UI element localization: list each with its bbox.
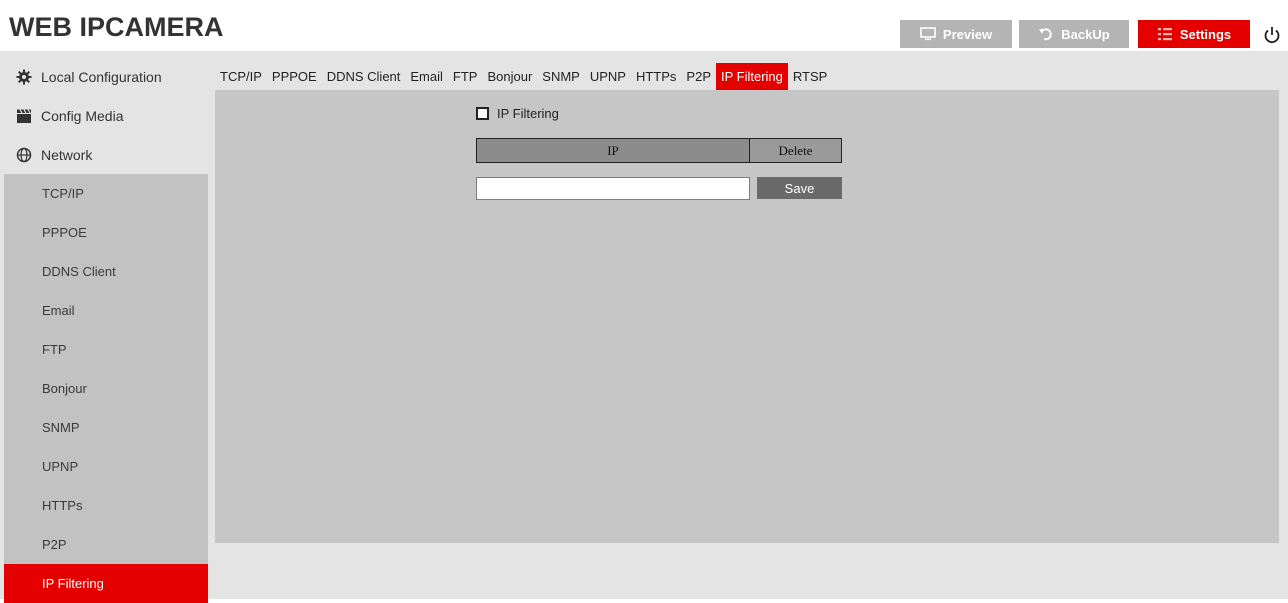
ip-filtering-option: IP Filtering [476, 106, 559, 121]
tab-ddns-client[interactable]: DDNS Client [322, 63, 406, 90]
sidebar-item-ddns-client[interactable]: DDNS Client [4, 252, 208, 291]
tab-rtsp[interactable]: RTSP [788, 63, 832, 90]
sidebar-item-bonjour[interactable]: Bonjour [4, 369, 208, 408]
tab-ip-filtering[interactable]: IP Filtering [716, 63, 788, 90]
tab-snmp[interactable]: SNMP [537, 63, 585, 90]
ip-filtering-checkbox[interactable] [476, 107, 489, 120]
monitor-icon [920, 27, 936, 41]
sidebar-item-snmp[interactable]: SNMP [4, 408, 208, 447]
sidebar-item-ip-filtering[interactable]: IP Filtering [4, 564, 208, 603]
backup-button[interactable]: BackUp [1019, 20, 1129, 48]
tab-bar: TCP/IP PPPOE DDNS Client Email FTP Bonjo… [215, 63, 832, 90]
sidebar-item-email[interactable]: Email [4, 291, 208, 330]
sidebar-item-local-configuration[interactable]: Local Configuration [4, 57, 208, 96]
ip-table-header: IP Delete [476, 138, 842, 163]
backup-label: BackUp [1061, 26, 1110, 42]
settings-button[interactable]: Settings [1138, 20, 1250, 48]
sidebar-item-label: Config Media [41, 107, 124, 124]
preview-label: Preview [942, 26, 993, 42]
ip-filtering-checkbox-label: IP Filtering [497, 106, 559, 121]
power-icon[interactable] [1262, 25, 1282, 45]
app-title: WEB IPCAMERA [9, 12, 224, 42]
tab-bonjour[interactable]: Bonjour [482, 63, 537, 90]
globe-icon [15, 147, 33, 163]
preview-button[interactable]: Preview [900, 20, 1012, 48]
save-button[interactable]: Save [757, 177, 842, 199]
tab-email[interactable]: Email [405, 63, 448, 90]
sidebar-item-pppoe[interactable]: PPPOE [4, 213, 208, 252]
list-icon [1157, 27, 1173, 41]
sidebar-item-label: Network [41, 146, 93, 163]
settings-label: Settings [1179, 26, 1232, 42]
sidebar-item-tcpip[interactable]: TCP/IP [4, 174, 208, 213]
sidebar-item-config-media[interactable]: Config Media [4, 96, 208, 135]
sidebar-item-https[interactable]: HTTPs [4, 486, 208, 525]
tab-https[interactable]: HTTPs [631, 63, 681, 90]
tab-upnp[interactable]: UPNP [585, 63, 631, 90]
sidebar-item-upnp[interactable]: UPNP [4, 447, 208, 486]
sidebar-item-label: Local Configuration [41, 68, 162, 85]
clapperboard-icon [15, 108, 33, 124]
tab-tcpip[interactable]: TCP/IP [215, 63, 267, 90]
sidebar-item-ftp[interactable]: FTP [4, 330, 208, 369]
sidebar-item-network[interactable]: Network [4, 135, 208, 174]
tab-p2p[interactable]: P2P [681, 63, 716, 90]
sidebar-item-p2p[interactable]: P2P [4, 525, 208, 564]
delete-column-header: Delete [750, 139, 841, 162]
tab-pppoe[interactable]: PPPOE [267, 63, 322, 90]
ip-column-header: IP [477, 139, 750, 162]
sidebar: Local Configuration Config Media Network… [4, 57, 208, 603]
undo-icon [1038, 27, 1054, 41]
header: WEB IPCAMERA Preview BackUp Settings [0, 0, 1288, 51]
tab-ftp[interactable]: FTP [448, 63, 483, 90]
ip-address-input[interactable] [476, 177, 750, 200]
gear-icon [15, 69, 33, 85]
